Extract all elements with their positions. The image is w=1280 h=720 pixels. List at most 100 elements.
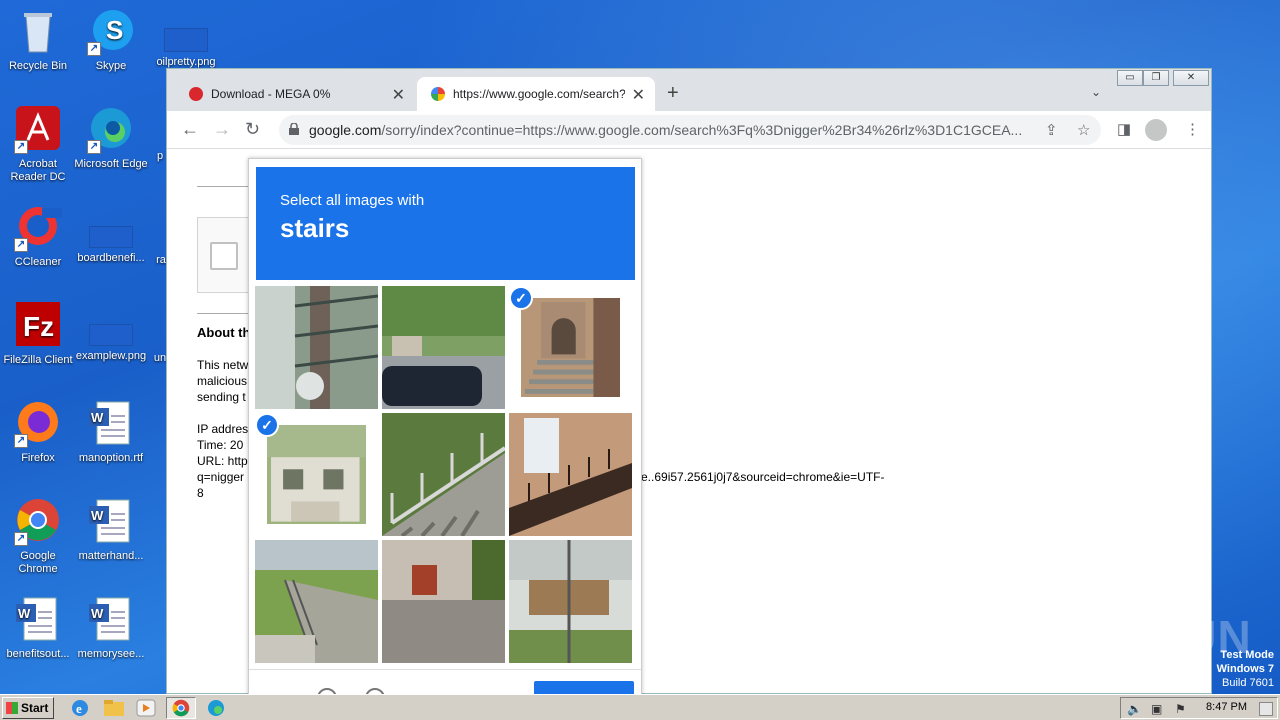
captcha-tile[interactable] bbox=[382, 540, 505, 663]
taskbar-chrome-active[interactable] bbox=[166, 697, 196, 719]
file-icon bbox=[89, 226, 133, 248]
tab-title: https://www.google.com/search?q= bbox=[453, 87, 625, 101]
captcha-instruction: Select all images with bbox=[280, 192, 425, 209]
svg-text:W: W bbox=[91, 508, 104, 523]
svg-text:W: W bbox=[18, 606, 31, 621]
url-text: google.com/sorry/index?continue=https://… bbox=[309, 122, 1023, 138]
close-tab-icon[interactable]: ✕ bbox=[392, 85, 405, 105]
lock-icon bbox=[289, 123, 299, 135]
desktop-icon-matterhand[interactable]: W matterhand... bbox=[73, 498, 149, 563]
word-doc-icon: W bbox=[14, 596, 62, 644]
new-tab-button[interactable]: + bbox=[667, 83, 679, 103]
desktop-icon-ccleaner[interactable]: ↗ CCleaner bbox=[0, 204, 76, 269]
chrome-icon: ↗ bbox=[14, 498, 62, 546]
tab-search-icon[interactable]: ⌄ bbox=[1091, 85, 1101, 99]
bookmark-star-icon[interactable]: ☆ bbox=[1077, 121, 1090, 139]
share-icon[interactable]: ⇪ bbox=[1045, 121, 1058, 139]
show-desktop-button[interactable] bbox=[1259, 702, 1273, 716]
captcha-tile[interactable] bbox=[255, 286, 378, 409]
test-mode-label: Test Mode Windows 7 Build 7601 bbox=[1216, 649, 1274, 689]
skype-icon: S ↗ bbox=[87, 8, 135, 56]
desktop-icon-boardbenefi[interactable]: boardbenefi... bbox=[73, 204, 149, 265]
filezilla-icon: Fz bbox=[14, 302, 62, 350]
tab-title: Download - MEGA 0% bbox=[211, 87, 331, 101]
captcha-header: Select all images with stairs bbox=[256, 167, 635, 280]
minimize-button[interactable]: ▭ bbox=[1117, 70, 1143, 86]
chrome-icon bbox=[172, 699, 190, 717]
clock[interactable]: 8:47 PM bbox=[1206, 701, 1247, 713]
ip-line: IP addres bbox=[197, 422, 249, 436]
image-file-icon bbox=[164, 28, 208, 52]
svg-text:e: e bbox=[76, 701, 82, 716]
start-button[interactable]: Start bbox=[2, 697, 54, 719]
captcha-tile-selected[interactable]: ✓ bbox=[255, 413, 378, 536]
svg-text:W: W bbox=[91, 410, 104, 425]
tab-strip: ▭ ❐ ✕ Download - MEGA 0% ✕ https://www.g… bbox=[167, 69, 1211, 111]
desktop-icon-acrobat[interactable]: ↗ Acrobat Reader DC bbox=[0, 106, 76, 184]
captcha-target: stairs bbox=[280, 213, 350, 243]
restore-button[interactable]: ❐ bbox=[1143, 70, 1169, 86]
tab-mega[interactable]: Download - MEGA 0% ✕ bbox=[175, 77, 415, 111]
menu-kebab-icon[interactable]: ⋮ bbox=[1185, 120, 1200, 138]
last-line: 8 bbox=[197, 486, 204, 500]
svg-text:Fz: Fz bbox=[23, 311, 54, 342]
body-line: This netw bbox=[197, 358, 249, 372]
captcha-tile-selected[interactable]: ✓ bbox=[509, 286, 632, 409]
close-window-button[interactable]: ✕ bbox=[1173, 70, 1209, 86]
image-file-icon bbox=[89, 324, 133, 346]
media-player-icon[interactable] bbox=[134, 698, 158, 718]
about-heading: About th bbox=[197, 325, 251, 340]
firefox-icon: ↗ bbox=[14, 400, 62, 448]
desktop-icon-manoption[interactable]: W manoption.rtf bbox=[73, 400, 149, 465]
address-bar[interactable]: google.com/sorry/index?continue=https://… bbox=[279, 115, 1101, 145]
side-panel-icon[interactable]: ◨ bbox=[1117, 120, 1131, 138]
system-tray: 🔈 ▣ ⚑ 8:47 PM bbox=[1120, 697, 1278, 719]
close-tab-icon[interactable]: ✕ bbox=[632, 85, 645, 105]
desktop-icon-memorysee[interactable]: W memorysee... bbox=[73, 596, 149, 661]
captcha-tile[interactable] bbox=[509, 540, 632, 663]
edge-icon: ↗ bbox=[87, 106, 135, 154]
captcha-tile[interactable] bbox=[382, 286, 505, 409]
acrobat-icon: ↗ bbox=[14, 106, 62, 154]
edge-icon[interactable] bbox=[204, 698, 228, 718]
desktop-icon-oilpretty[interactable]: oilpretty.png bbox=[148, 8, 224, 69]
captcha-challenge: Select all images with stairs ✓ ✓ bbox=[248, 158, 642, 698]
action-center-flag-icon[interactable]: ⚑ bbox=[1175, 702, 1186, 716]
network-icon[interactable]: ▣ bbox=[1151, 702, 1162, 716]
word-doc-icon: W bbox=[87, 596, 135, 644]
selected-check-icon: ✓ bbox=[255, 413, 279, 437]
tab-google[interactable]: https://www.google.com/search?q= ✕ bbox=[417, 77, 655, 111]
desktop-icon-recycle-bin[interactable]: Recycle Bin bbox=[0, 8, 76, 73]
desktop-icon-firefox[interactable]: ↗ Firefox bbox=[0, 400, 76, 465]
explorer-folder-icon[interactable] bbox=[102, 698, 126, 718]
google-icon bbox=[431, 87, 445, 101]
desktop-icon-chrome[interactable]: ↗ Google Chrome bbox=[0, 498, 76, 576]
selected-check-icon: ✓ bbox=[509, 286, 533, 310]
time-line: Time: 20 bbox=[197, 438, 244, 452]
captcha-tile[interactable] bbox=[382, 413, 505, 536]
url-line: URL: http bbox=[197, 454, 248, 468]
profile-avatar[interactable] bbox=[1145, 119, 1167, 141]
volume-icon[interactable]: 🔈 bbox=[1127, 702, 1142, 716]
windows-logo-icon bbox=[6, 702, 18, 714]
taskbar: Start e 🔈 ▣ ⚑ 8:47 PM bbox=[0, 694, 1280, 720]
captcha-tile[interactable] bbox=[255, 540, 378, 663]
svg-text:S: S bbox=[106, 15, 123, 45]
word-doc-icon: W bbox=[87, 400, 135, 448]
body-line: malicious bbox=[197, 374, 248, 388]
reload-icon[interactable]: ↻ bbox=[245, 119, 260, 139]
back-icon[interactable]: ← bbox=[181, 119, 199, 139]
desktop-icon-benefitsout[interactable]: W benefitsout... bbox=[0, 596, 76, 661]
recaptcha-checkbox[interactable] bbox=[210, 242, 238, 270]
desktop-icon-examplew[interactable]: examplew.png bbox=[73, 302, 149, 363]
svg-text:W: W bbox=[91, 606, 104, 621]
desktop-icon-filezilla[interactable]: Fz FileZilla Client bbox=[0, 302, 76, 367]
toolbar: ← → ↻ google.com/sorry/index?continue=ht… bbox=[167, 111, 1211, 149]
forward-icon[interactable]: → bbox=[213, 119, 231, 139]
desktop-icon-edge[interactable]: ↗ Microsoft Edge bbox=[73, 106, 149, 171]
captcha-tile[interactable] bbox=[509, 413, 632, 536]
ie-icon[interactable]: e bbox=[68, 698, 92, 718]
url-tail-line: e..69i57.2561j0j7&sourceid=chrome&ie=UTF… bbox=[641, 470, 885, 484]
desktop-icon-skype[interactable]: S ↗ Skype bbox=[73, 8, 149, 73]
query-line: q=nigger bbox=[197, 470, 245, 484]
